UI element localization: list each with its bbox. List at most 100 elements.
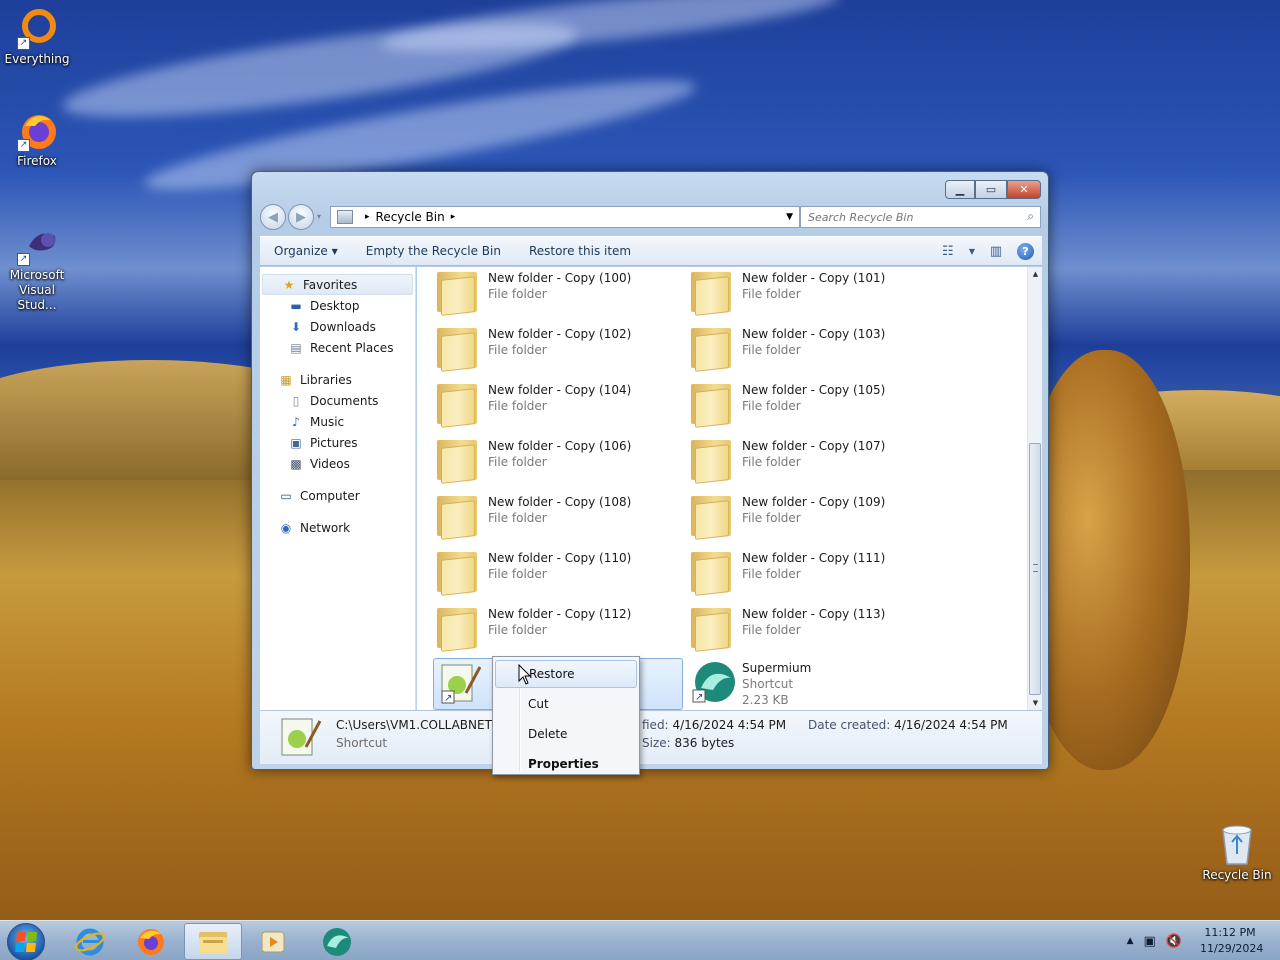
close-button[interactable]: ✕ [1007, 180, 1041, 199]
desktop-icon-label: Firefox [17, 154, 57, 168]
recent-pages-dropdown-icon[interactable]: ▾ [317, 212, 321, 221]
view-options-dropdown-icon[interactable]: ▼ [969, 247, 975, 256]
file-item[interactable]: New folder - Copy (100) File folder [431, 268, 681, 318]
help-icon[interactable]: ? [1017, 242, 1034, 260]
file-item[interactable]: New folder - Copy (103) File folder [685, 324, 935, 374]
nav-desktop[interactable]: ▬ Desktop [260, 295, 415, 316]
file-type: File folder [488, 567, 547, 581]
file-name: New folder - Copy (108) [488, 495, 632, 509]
clock[interactable]: 11:12 PM 11/29/2024 [1200, 925, 1263, 957]
file-item[interactable]: New folder - Copy (108) File folder [431, 492, 681, 542]
back-button[interactable]: ◀ [260, 204, 286, 230]
search-box[interactable]: ⌕ [800, 206, 1041, 228]
vertical-scrollbar[interactable]: ▲ ▼ [1027, 267, 1042, 710]
volume-muted-icon[interactable]: 🔇 [1166, 934, 1182, 949]
file-item-supermium[interactable]: ↗ Supermium Shortcut 2.23 KB [685, 658, 935, 710]
taskbar-firefox[interactable] [122, 923, 180, 960]
file-name: Supermium [742, 661, 812, 675]
address-dropdown-icon[interactable]: ▼ [786, 212, 793, 222]
file-name: New folder - Copy (106) [488, 439, 632, 453]
network-icon: ◉ [280, 520, 292, 535]
file-item[interactable]: New folder - Copy (104) File folder [431, 380, 681, 430]
file-name: New folder - Copy (109) [742, 495, 886, 509]
scroll-up-icon[interactable]: ▲ [1028, 267, 1043, 281]
file-type: File folder [742, 287, 801, 301]
desktop-icon-firefox[interactable]: ↗ Firefox [0, 108, 74, 169]
file-item[interactable]: New folder - Copy (102) File folder [431, 324, 681, 374]
folder-icon [691, 440, 731, 484]
taskbar-internet-explorer[interactable] [61, 923, 119, 960]
taskbar-media-player[interactable] [244, 923, 302, 960]
search-icon[interactable]: ⌕ [1027, 209, 1034, 224]
folder-icon [437, 440, 477, 484]
nav-network[interactable]: ◉ Network [260, 517, 415, 538]
file-type: File folder [742, 567, 801, 581]
nav-music[interactable]: ♪ Music [260, 411, 415, 432]
desktop-icon-label: Everything [4, 52, 70, 66]
breadcrumb-separator-icon[interactable]: ▸ [365, 212, 370, 222]
start-button[interactable] [7, 923, 45, 960]
file-item[interactable]: New folder - Copy (107) File folder [685, 436, 935, 486]
search-input[interactable] [801, 207, 1011, 227]
folder-icon [691, 496, 731, 540]
empty-recycle-bin-button[interactable]: Empty the Recycle Bin [352, 239, 515, 263]
file-item[interactable]: New folder - Copy (110) File folder [431, 548, 681, 598]
folder-icon [691, 328, 731, 372]
show-hidden-icons-icon[interactable]: ▲ [1127, 936, 1134, 946]
taskbar-windows-explorer[interactable] [184, 923, 242, 960]
details-modified: fied: 4/16/2024 4:54 PM [642, 718, 786, 732]
organize-label: Organize [274, 244, 328, 258]
breadcrumb-separator-icon[interactable]: ▸ [451, 212, 456, 222]
file-item[interactable]: New folder - Copy (109) File folder [685, 492, 935, 542]
details-name: C:\Users\VM1.COLLABNET\ [336, 718, 496, 732]
recycle-bin-window: ▁ ▭ ✕ ◀ ▶ ▾ ▸ Recycle Bin ▸ ▼ ⇆ ⌕ Organi… [251, 171, 1049, 770]
minimize-button[interactable]: ▁ [945, 180, 975, 199]
network-status-icon[interactable]: ▣ [1144, 934, 1156, 949]
file-item[interactable]: New folder - Copy (105) File folder [685, 380, 935, 430]
nav-computer[interactable]: ▭ Computer [260, 485, 415, 506]
folder-icon [691, 552, 731, 596]
details-created-value: 4/16/2024 4:54 PM [894, 718, 1008, 732]
nav-favorites[interactable]: ★ Favorites [262, 274, 413, 295]
file-item[interactable]: New folder - Copy (113) File folder [685, 604, 935, 654]
nav-pictures[interactable]: ▣ Pictures [260, 432, 415, 453]
taskbar: ▲ ▣ 🔇 11:12 PM 11/29/2024 [0, 920, 1280, 960]
desktop-icon-visual-studio[interactable]: ↗ Microsoft Visual Stud... [0, 222, 74, 313]
forward-button[interactable]: ▶ [288, 204, 314, 230]
restore-this-item-button[interactable]: Restore this item [515, 239, 645, 263]
folder-icon [437, 272, 477, 316]
file-name: New folder - Copy (102) [488, 327, 632, 341]
context-delete[interactable]: Delete [495, 720, 637, 748]
windows-logo-icon [14, 932, 38, 952]
context-cut[interactable]: Cut [495, 690, 637, 718]
taskbar-supermium[interactable] [308, 923, 366, 960]
context-restore[interactable]: Restore [495, 660, 637, 688]
preview-pane-icon[interactable]: ▥ [985, 240, 1007, 262]
file-item[interactable]: New folder - Copy (111) File folder [685, 548, 935, 598]
nav-label: Favorites [303, 277, 358, 292]
nav-recent-places[interactable]: ▤ Recent Places [260, 337, 415, 358]
file-item[interactable]: New folder - Copy (106) File folder [431, 436, 681, 486]
scroll-down-icon[interactable]: ▼ [1028, 696, 1043, 710]
maximize-button[interactable]: ▭ [975, 180, 1007, 199]
desktop-icon-everything[interactable]: ↗ Everything [0, 6, 74, 67]
shortcut-arrow-icon: ↗ [17, 37, 30, 50]
nav-documents[interactable]: ▯ Documents [260, 390, 415, 411]
file-item[interactable]: New folder - Copy (101) File folder [685, 268, 935, 318]
context-properties[interactable]: Properties [495, 750, 637, 778]
nav-downloads[interactable]: ⬇ Downloads [260, 316, 415, 337]
details-created: Date created: 4/16/2024 4:54 PM [808, 718, 1008, 732]
desktop-icon-recycle-bin[interactable]: Recycle Bin [1200, 822, 1274, 883]
nav-libraries[interactable]: ▦ Libraries [260, 369, 415, 390]
scrollbar-thumb[interactable] [1029, 443, 1041, 695]
file-name: New folder - Copy (103) [742, 327, 886, 341]
file-item[interactable]: New folder - Copy (112) File folder [431, 604, 681, 654]
nav-videos[interactable]: ▩ Videos [260, 453, 415, 474]
nav-label: Music [310, 414, 345, 429]
address-bar[interactable]: ▸ Recycle Bin ▸ ▼ [330, 206, 800, 228]
breadcrumb-recycle-bin[interactable]: Recycle Bin [376, 210, 445, 224]
file-name: New folder - Copy (110) [488, 551, 632, 565]
chevron-down-icon: ▼ [331, 246, 338, 256]
organize-button[interactable]: Organize ▼ [260, 239, 352, 263]
change-view-icon[interactable]: ☷ [937, 240, 959, 262]
